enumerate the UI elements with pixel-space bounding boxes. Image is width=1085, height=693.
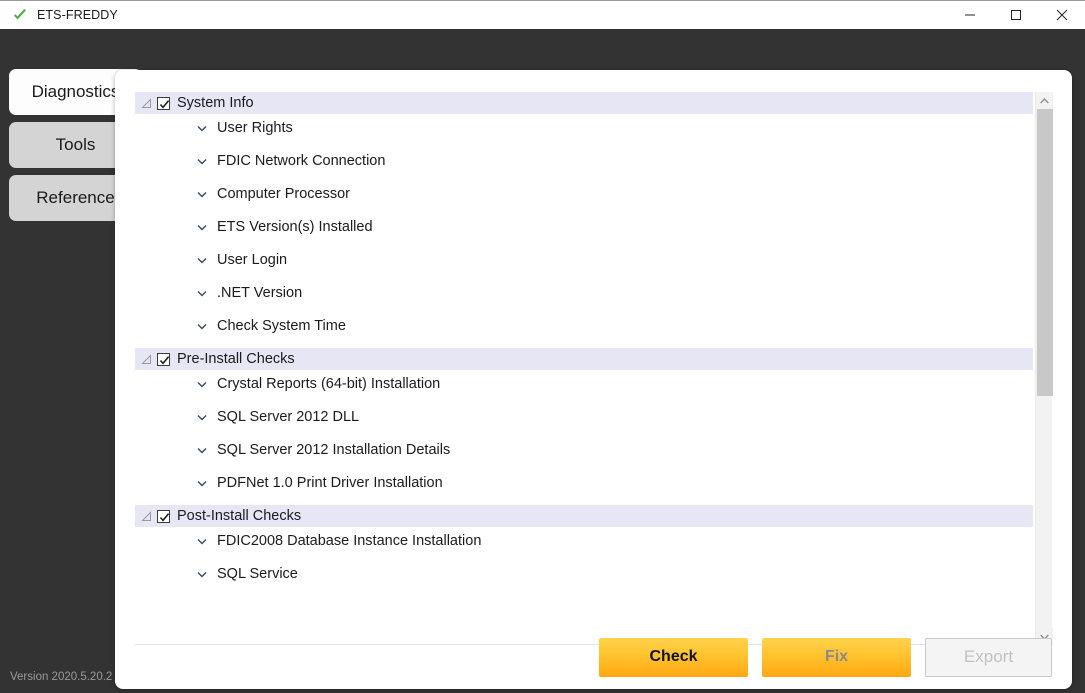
tree-item-label: SQL Server 2012 Installation Details: [217, 442, 451, 458]
chevron-down-icon[interactable]: [195, 121, 209, 135]
application-window: ETS-FREDDY Diagnostics Tools Reference V…: [0, 0, 1085, 693]
tree-item[interactable]: FDIC2008 Database Instance Installation: [135, 530, 1033, 552]
tree-group-header-post-install-checks[interactable]: Post-Install Checks: [135, 505, 1033, 527]
tree-item-label: Check System Time: [217, 318, 346, 334]
chevron-down-icon[interactable]: [195, 319, 209, 333]
tree-item[interactable]: SQL Server 2012 Installation Details: [135, 439, 1033, 461]
app-background: Diagnostics Tools Reference Version 2020…: [0, 29, 1085, 693]
tree-item[interactable]: PDFNet 1.0 Print Driver Installation: [135, 472, 1033, 494]
green-check-icon: [12, 7, 28, 23]
sidebar-item-label: Tools: [55, 135, 96, 154]
tree-item[interactable]: User Rights: [135, 117, 1033, 139]
tree-item-label: FDIC2008 Database Instance Installation: [217, 533, 482, 549]
chevron-down-icon[interactable]: [195, 286, 209, 300]
chevron-down-icon[interactable]: [195, 534, 209, 548]
tree-group-label: System Info: [177, 95, 254, 111]
tree-group-header-system-info[interactable]: System Info: [135, 92, 1033, 114]
group-checkbox[interactable]: [157, 509, 170, 523]
expander-triangle-icon[interactable]: [135, 505, 157, 527]
tree-item[interactable]: ETS Version(s) Installed: [135, 216, 1033, 238]
tree-item-label: Crystal Reports (64-bit) Installation: [217, 376, 441, 392]
chevron-down-icon[interactable]: [195, 476, 209, 490]
tree-item-label: .NET Version: [217, 285, 303, 301]
chevron-down-icon[interactable]: [195, 377, 209, 391]
tree-group: Post-Install Checks FDIC2008 Database In…: [135, 505, 1033, 585]
maximize-button[interactable]: [993, 1, 1039, 29]
fix-button[interactable]: Fix: [762, 637, 911, 677]
tree-item-label: User Login: [217, 252, 288, 268]
chevron-down-icon[interactable]: [195, 154, 209, 168]
tree-group-label: Pre-Install Checks: [177, 351, 295, 367]
chevron-down-icon[interactable]: [195, 187, 209, 201]
close-button[interactable]: [1039, 1, 1085, 29]
tree-item[interactable]: SQL Service: [135, 563, 1033, 585]
group-checkbox[interactable]: [157, 352, 170, 366]
tree-item[interactable]: User Login: [135, 249, 1033, 271]
tree-scrollbar[interactable]: [1035, 92, 1053, 645]
chevron-down-icon[interactable]: [195, 220, 209, 234]
chevron-down-icon[interactable]: [195, 410, 209, 424]
window-controls: [947, 1, 1085, 29]
tree-group: System Info User Rights FDIC Network Con…: [135, 92, 1033, 337]
tree-item-label: ETS Version(s) Installed: [217, 219, 373, 235]
window-title: ETS-FREDDY: [37, 8, 118, 22]
tree-item[interactable]: Crystal Reports (64-bit) Installation: [135, 373, 1033, 395]
tree-item[interactable]: FDIC Network Connection: [135, 150, 1033, 172]
minimize-button[interactable]: [947, 1, 993, 29]
group-checkbox[interactable]: [157, 96, 170, 110]
export-button[interactable]: Export: [925, 637, 1052, 677]
scroll-up-button[interactable]: [1036, 92, 1053, 109]
expander-triangle-icon[interactable]: [135, 92, 157, 114]
title-bar: ETS-FREDDY: [0, 0, 1085, 29]
tree-group-label: Post-Install Checks: [177, 508, 302, 524]
tree-item-label: FDIC Network Connection: [217, 153, 386, 169]
tree-item[interactable]: Computer Processor: [135, 183, 1033, 205]
action-bar: Check Fix Export: [115, 625, 1072, 689]
tree-group: Pre-Install Checks Crystal Reports (64-b…: [135, 348, 1033, 494]
tree-item-label: SQL Service: [217, 566, 298, 582]
tree-item[interactable]: SQL Server 2012 DLL: [135, 406, 1033, 428]
chevron-down-icon[interactable]: [195, 253, 209, 267]
tree-item-label: PDFNet 1.0 Print Driver Installation: [217, 475, 443, 491]
chevron-down-icon[interactable]: [195, 443, 209, 457]
version-label: Version 2020.5.20.2: [10, 671, 113, 683]
tree-item-label: Computer Processor: [217, 186, 350, 202]
tree-item-label: User Rights: [217, 120, 293, 136]
expander-triangle-icon[interactable]: [135, 348, 157, 370]
check-button[interactable]: Check: [599, 637, 748, 677]
sidebar-item-label: Diagnostics: [31, 82, 120, 101]
tree-item-label: SQL Server 2012 DLL: [217, 409, 360, 425]
scrollbar-thumb[interactable]: [1037, 109, 1053, 396]
tree-group-header-pre-install-checks[interactable]: Pre-Install Checks: [135, 348, 1033, 370]
chevron-down-icon[interactable]: [195, 567, 209, 581]
tree-item[interactable]: .NET Version: [135, 282, 1033, 304]
title-bar-left: ETS-FREDDY: [0, 1, 947, 29]
diagnostics-panel: System Info User Rights FDIC Network Con…: [115, 70, 1072, 689]
sidebar-item-label: Reference: [36, 188, 115, 207]
tree-item[interactable]: Check System Time: [135, 315, 1033, 337]
checks-tree-viewport: System Info User Rights FDIC Network Con…: [135, 92, 1053, 645]
checks-tree: System Info User Rights FDIC Network Con…: [135, 92, 1033, 596]
